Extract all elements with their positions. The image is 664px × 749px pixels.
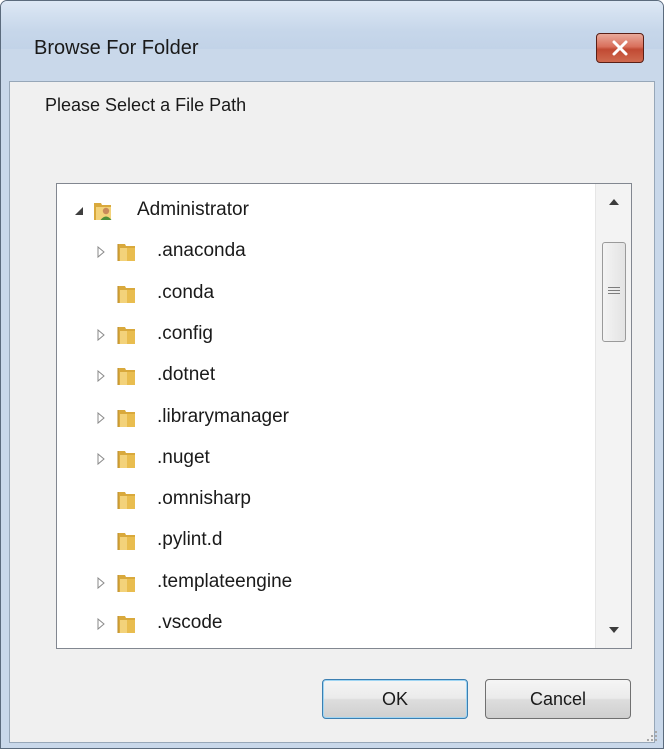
tree-item-label: .vscode: [157, 612, 223, 633]
collapse-arrow-icon[interactable]: [73, 204, 85, 218]
scroll-thumb-grip-icon: [608, 287, 620, 296]
folder-icon: [117, 368, 135, 386]
tree-item-label: .nuget: [157, 446, 210, 468]
close-x-icon: [612, 40, 628, 56]
ok-button[interactable]: OK: [322, 679, 468, 719]
tree-item-label: Administrator: [137, 199, 249, 220]
tree-item[interactable]: .omnisharp: [57, 480, 595, 520]
folder-icon: [117, 574, 135, 592]
tree-item-label: .anaconda: [157, 240, 246, 262]
user-folder-icon: [94, 203, 112, 220]
tree-item-label: .conda: [157, 281, 215, 303]
folder-icon: [117, 285, 135, 303]
tree-item-label: .templateengine: [157, 570, 293, 592]
vertical-scrollbar[interactable]: [595, 184, 631, 648]
scroll-down-arrow-icon: [608, 627, 619, 633]
folder-icon: [117, 450, 135, 468]
tree-item[interactable]: .librarymanager: [57, 398, 595, 438]
folder-icon: [117, 533, 135, 551]
tree-item-label: .librarymanager: [157, 405, 289, 427]
tree-item[interactable]: .config: [57, 315, 595, 355]
expand-arrow-icon[interactable]: [95, 411, 107, 425]
folder-icon: [117, 616, 135, 633]
close-button[interactable]: [596, 33, 644, 63]
expand-arrow-icon[interactable]: [95, 328, 107, 342]
tree-item[interactable]: .templateengine: [57, 563, 595, 603]
tree-item-administrator[interactable]: Administrator: [57, 191, 595, 231]
folder-icon: [117, 326, 135, 344]
scroll-down-button[interactable]: [596, 612, 631, 648]
prompt-text: Please Select a File Path: [45, 95, 247, 115]
expand-arrow-icon[interactable]: [95, 245, 107, 259]
folder-icon: [117, 409, 135, 427]
folder-icon: [117, 492, 135, 510]
expand-arrow-icon[interactable]: [95, 369, 107, 383]
resize-grip-icon[interactable]: [644, 729, 658, 743]
tree-item[interactable]: .pylint.d: [57, 521, 595, 561]
dialog-title: Browse For Folder: [34, 37, 199, 59]
cancel-button[interactable]: Cancel: [485, 679, 631, 719]
scroll-up-arrow-icon: [608, 199, 619, 205]
tree-item-label: .config: [157, 322, 213, 344]
tree-item[interactable]: .vscode: [57, 604, 595, 644]
expand-arrow-icon[interactable]: [95, 576, 107, 590]
tree-item[interactable]: .conda: [57, 274, 595, 314]
folder-icon: [117, 244, 135, 262]
expand-arrow-icon[interactable]: [95, 452, 107, 466]
tree-item[interactable]: .anaconda: [57, 232, 595, 272]
tree-item-label: .pylint.d: [157, 529, 223, 551]
folder-tree[interactable]: Administrator .anaconda .conda .config .dotn…: [56, 183, 632, 649]
tree-item[interactable]: .dotnet: [57, 356, 595, 396]
scroll-thumb[interactable]: [602, 242, 626, 342]
tree-item-label: .omnisharp: [157, 488, 251, 510]
scroll-up-button[interactable]: [596, 184, 631, 220]
tree-item-label: .dotnet: [157, 364, 216, 386]
tree-item[interactable]: .nuget: [57, 439, 595, 479]
expand-arrow-icon[interactable]: [95, 617, 107, 631]
